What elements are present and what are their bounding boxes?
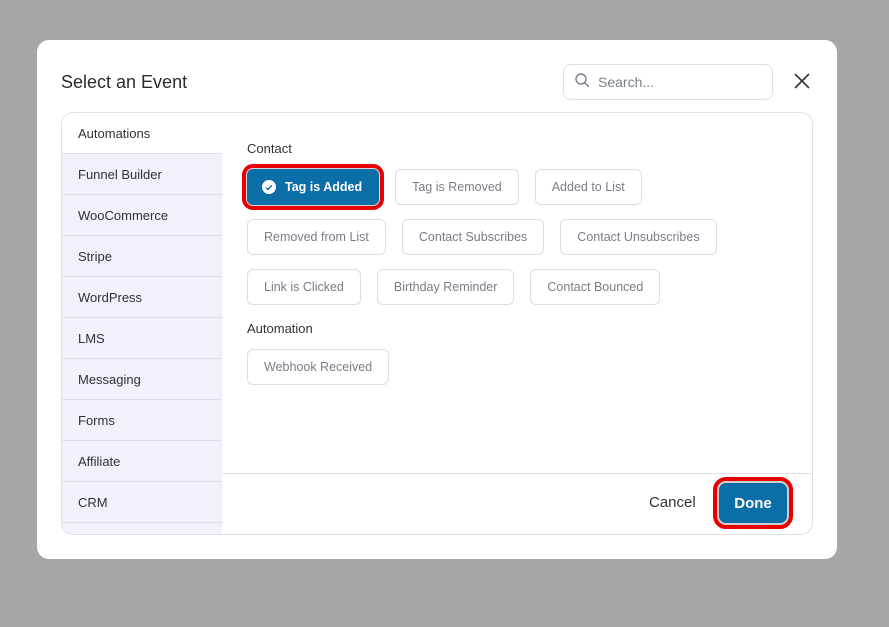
category-sidebar: Automations Funnel Builder WooCommerce S… bbox=[62, 113, 222, 534]
event-label: Contact Subscribes bbox=[418, 230, 528, 244]
event-contact-unsubscribes[interactable]: Contact Unsubscribes bbox=[560, 219, 717, 255]
search-icon bbox=[574, 72, 590, 93]
event-label: Added to List bbox=[551, 180, 625, 194]
sidebar-item-wordpress[interactable]: WordPress bbox=[62, 277, 222, 318]
automation-events: Webhook Received bbox=[247, 349, 787, 385]
search-box[interactable] bbox=[563, 64, 773, 100]
event-label: Webhook Received bbox=[264, 360, 373, 374]
event-link-is-clicked[interactable]: Link is Clicked bbox=[247, 269, 361, 305]
sidebar-item-label: Affiliate bbox=[78, 453, 121, 469]
close-icon bbox=[794, 73, 810, 94]
event-panel: Automations Funnel Builder WooCommerce S… bbox=[61, 112, 813, 535]
sidebar-item-label: Funnel Builder bbox=[78, 166, 162, 182]
event-label: Contact Bounced bbox=[547, 280, 644, 294]
sidebar-item-label: Automations bbox=[78, 125, 151, 141]
sidebar-item-stripe[interactable]: Stripe bbox=[62, 236, 222, 277]
sidebar-item-label: WooCommerce bbox=[78, 207, 169, 223]
event-tag-is-added[interactable]: Tag is Added bbox=[241, 164, 385, 210]
sidebar-item-woocommerce[interactable]: WooCommerce bbox=[62, 195, 222, 236]
event-removed-from-list[interactable]: Removed from List bbox=[247, 219, 386, 255]
sidebar-item-lms[interactable]: LMS bbox=[62, 318, 222, 359]
close-button[interactable] bbox=[791, 72, 813, 94]
cancel-button[interactable]: Cancel bbox=[649, 494, 696, 511]
search-input[interactable] bbox=[598, 74, 758, 90]
event-label: Birthday Reminder bbox=[393, 280, 498, 294]
sidebar-item-label: Stripe bbox=[78, 248, 112, 264]
event-list: Contact Tag is Added Tag is Removed Adde… bbox=[222, 113, 812, 473]
select-event-modal: Select an Event Automations Funnel Build… bbox=[37, 40, 837, 559]
event-label: Contact Unsubscribes bbox=[577, 230, 700, 244]
event-added-to-list[interactable]: Added to List bbox=[534, 169, 642, 205]
group-title-automation: Automation bbox=[247, 321, 313, 336]
modal-footer: Cancel Done bbox=[222, 473, 812, 534]
event-contact-subscribes[interactable]: Contact Subscribes bbox=[401, 219, 545, 255]
sidebar-item-affiliate[interactable]: Affiliate bbox=[62, 441, 222, 482]
sidebar-item-label: Forms bbox=[78, 412, 115, 428]
sidebar-item-messaging[interactable]: Messaging bbox=[62, 359, 222, 400]
group-title-contact: Contact bbox=[247, 141, 292, 156]
sidebar-item-crm[interactable]: CRM bbox=[62, 482, 222, 523]
sidebar-item-label: LMS bbox=[78, 330, 105, 346]
sidebar-item-label: Messaging bbox=[78, 371, 141, 387]
event-birthday-reminder[interactable]: Birthday Reminder bbox=[376, 269, 515, 305]
event-tag-is-removed[interactable]: Tag is Removed bbox=[395, 169, 519, 205]
done-button[interactable]: Done bbox=[713, 477, 793, 529]
event-label: Removed from List bbox=[264, 230, 369, 244]
event-webhook-received[interactable]: Webhook Received bbox=[247, 349, 390, 385]
event-contact-bounced[interactable]: Contact Bounced bbox=[530, 269, 661, 305]
event-label: Tag is Added bbox=[285, 180, 363, 194]
event-label: Link is Clicked bbox=[264, 280, 344, 294]
event-label: Tag is Removed bbox=[412, 180, 502, 194]
sidebar-item-forms[interactable]: Forms bbox=[62, 400, 222, 441]
sidebar-item-funnel-builder[interactable]: Funnel Builder bbox=[62, 154, 222, 195]
sidebar-item-automations[interactable]: Automations bbox=[62, 113, 222, 154]
modal-title: Select an Event bbox=[61, 72, 188, 92]
contact-events: Tag is Added Tag is Removed Added to Lis… bbox=[241, 164, 787, 305]
sidebar-item-label: CRM bbox=[78, 494, 108, 510]
sidebar-item-label: WordPress bbox=[78, 289, 143, 305]
check-circle-icon bbox=[262, 180, 276, 194]
